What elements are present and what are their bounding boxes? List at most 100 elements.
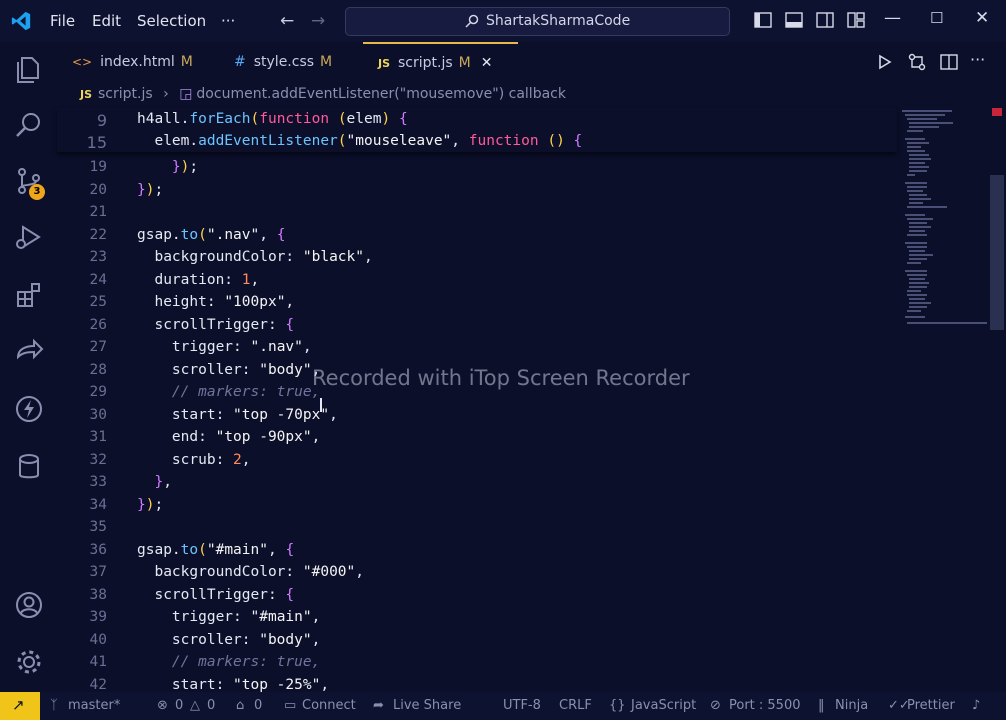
live-server-port[interactable]: Port : 5500 <box>729 698 801 713</box>
source-control-badge: 3 <box>29 184 45 200</box>
braces-icon: {} <box>609 698 626 713</box>
tab-label: index.html <box>100 54 175 70</box>
run-code-icon[interactable] <box>877 54 893 70</box>
accounts-icon[interactable] <box>14 590 44 620</box>
js-file-icon: JS <box>378 57 391 70</box>
code-line: trigger: "#main", <box>137 609 321 625</box>
extensions-icon[interactable] <box>14 280 44 310</box>
thunder-client-icon[interactable] <box>14 394 44 424</box>
code-line: end: "top -90px", <box>137 429 321 445</box>
split-editor-icon[interactable] <box>940 53 958 71</box>
menu-file[interactable]: File <box>50 0 75 42</box>
code-line: backgroundColor: "black", <box>137 249 373 265</box>
title-bar: File Edit Selection ··· ← → ShartakSharm… <box>0 0 1006 42</box>
sticky-line: h4all.forEach(function (elem) { <box>137 111 408 127</box>
search-icon <box>465 14 479 28</box>
line-number: 25 <box>89 294 107 310</box>
tab-style-css[interactable]: # style.css M <box>234 42 354 82</box>
scrollbar-error-marker <box>992 108 1002 116</box>
vscode-logo-icon <box>11 11 31 31</box>
line-number: 30 <box>89 406 107 423</box>
toggle-primary-sidebar-icon[interactable] <box>754 11 772 29</box>
code-line: scroller: "body", <box>137 631 321 648</box>
code-line: trigger: ".nav", <box>137 339 312 355</box>
code-line: start: "top -70px", <box>137 406 338 423</box>
connect-button[interactable]: Connect <box>302 698 356 713</box>
remote-icon: ↗ <box>12 696 25 714</box>
status-bar: ↗ ᛉ master* ⊗ 0 △ 0 ⌂ 0 ▭ Connect ➦ Live… <box>0 692 1006 720</box>
menu-more[interactable]: ··· <box>221 0 235 42</box>
remote-indicator[interactable]: ↗ <box>0 692 40 720</box>
code-line: height: "100px", <box>137 294 295 310</box>
line-number: 42 <box>89 676 107 693</box>
line-number: 35 <box>89 519 107 535</box>
menu-selection[interactable]: Selection <box>137 0 206 42</box>
breadcrumb-symbol[interactable]: document.addEventListener("mousemove") c… <box>196 86 566 102</box>
explorer-icon[interactable] <box>14 54 44 84</box>
line-ending[interactable]: CRLF <box>559 698 592 713</box>
code-line: }, <box>154 474 172 490</box>
line-number: 27 <box>89 339 107 355</box>
error-icon: ⊗ <box>157 698 168 713</box>
warning-count[interactable]: 0 <box>207 698 215 713</box>
close-window-icon[interactable]: ✕ <box>975 8 989 28</box>
database-icon[interactable] <box>14 452 44 482</box>
customize-layout-icon[interactable] <box>847 11 865 29</box>
vertical-scrollbar[interactable] <box>990 175 1004 330</box>
minimize-icon[interactable]: — <box>884 8 901 28</box>
ninja-icon: ‖ <box>818 698 825 713</box>
line-number: 21 <box>89 204 107 220</box>
live-share-icon[interactable] <box>14 337 44 367</box>
compare-changes-icon[interactable] <box>908 53 926 71</box>
tab-modified-status: M <box>458 55 471 71</box>
search-view-icon[interactable] <box>14 110 44 140</box>
tab-label: script.js <box>398 55 453 71</box>
warning-icon: △ <box>190 698 200 713</box>
html-file-icon: <> <box>72 55 93 69</box>
tab-index-html[interactable]: <> index.html M <box>72 42 222 82</box>
text-cursor-icon <box>320 398 322 412</box>
code-line: }); <box>137 181 164 198</box>
line-number: 19 <box>89 159 107 175</box>
sticky-scroll-header[interactable]: 9 h4all.forEach(function (elem) { 15 ele… <box>57 108 897 152</box>
live-share-button[interactable]: Live Share <box>393 698 461 713</box>
encoding[interactable]: UTF-8 <box>503 698 541 713</box>
code-line: scrub: 2, <box>137 451 251 468</box>
line-number: 38 <box>89 586 107 603</box>
code-line: scroller: "body", <box>137 361 321 378</box>
menu-edit[interactable]: Edit <box>92 0 121 42</box>
toggle-panel-icon[interactable] <box>785 11 803 29</box>
code-editor[interactable]: 19 }); 20}); 21 22 gsap.to(".nav", {23 backg… <box>57 108 897 692</box>
run-debug-icon[interactable] <box>14 222 44 252</box>
plug-icon: ▭ <box>284 698 297 713</box>
notifications-bell-icon[interactable]: ♪ <box>972 698 980 713</box>
language-mode[interactable]: JavaScript <box>631 698 696 713</box>
settings-gear-icon[interactable] <box>14 647 44 677</box>
line-number: 24 <box>89 271 107 288</box>
code-line: duration: 1, <box>137 271 260 288</box>
minimap[interactable] <box>897 108 992 330</box>
code-line: }); <box>137 496 164 513</box>
tab-modified-status: M <box>320 54 333 70</box>
line-number: 31 <box>89 429 107 445</box>
close-tab-icon[interactable]: ✕ <box>481 55 493 71</box>
back-arrow-icon[interactable]: ← <box>280 11 294 31</box>
code-line: scrollTrigger: { <box>137 586 295 603</box>
tab-script-js[interactable]: JS script.js M ✕ <box>363 42 518 82</box>
line-number: 26 <box>89 316 107 333</box>
breadcrumb-file[interactable]: script.js <box>98 86 153 102</box>
more-actions-icon[interactable]: ··· <box>970 50 985 69</box>
line-number: 15 <box>86 133 107 152</box>
command-center-search[interactable]: ShartakSharmaCode <box>345 7 730 36</box>
search-label: ShartakSharmaCode <box>486 13 631 29</box>
toggle-secondary-sidebar-icon[interactable] <box>816 11 834 29</box>
ports-count[interactable]: 0 <box>254 698 262 713</box>
ports-icon: ⌂ <box>236 698 245 713</box>
branch-name[interactable]: master* <box>68 698 120 713</box>
live-share-status-icon: ➦ <box>373 698 384 713</box>
ninja-status[interactable]: Ninja <box>835 698 868 713</box>
error-count[interactable]: 0 <box>175 698 183 713</box>
prettier-status[interactable]: Prettier <box>907 698 955 713</box>
maximize-icon[interactable]: ☐ <box>930 9 943 27</box>
forward-arrow-icon[interactable]: → <box>311 11 325 31</box>
